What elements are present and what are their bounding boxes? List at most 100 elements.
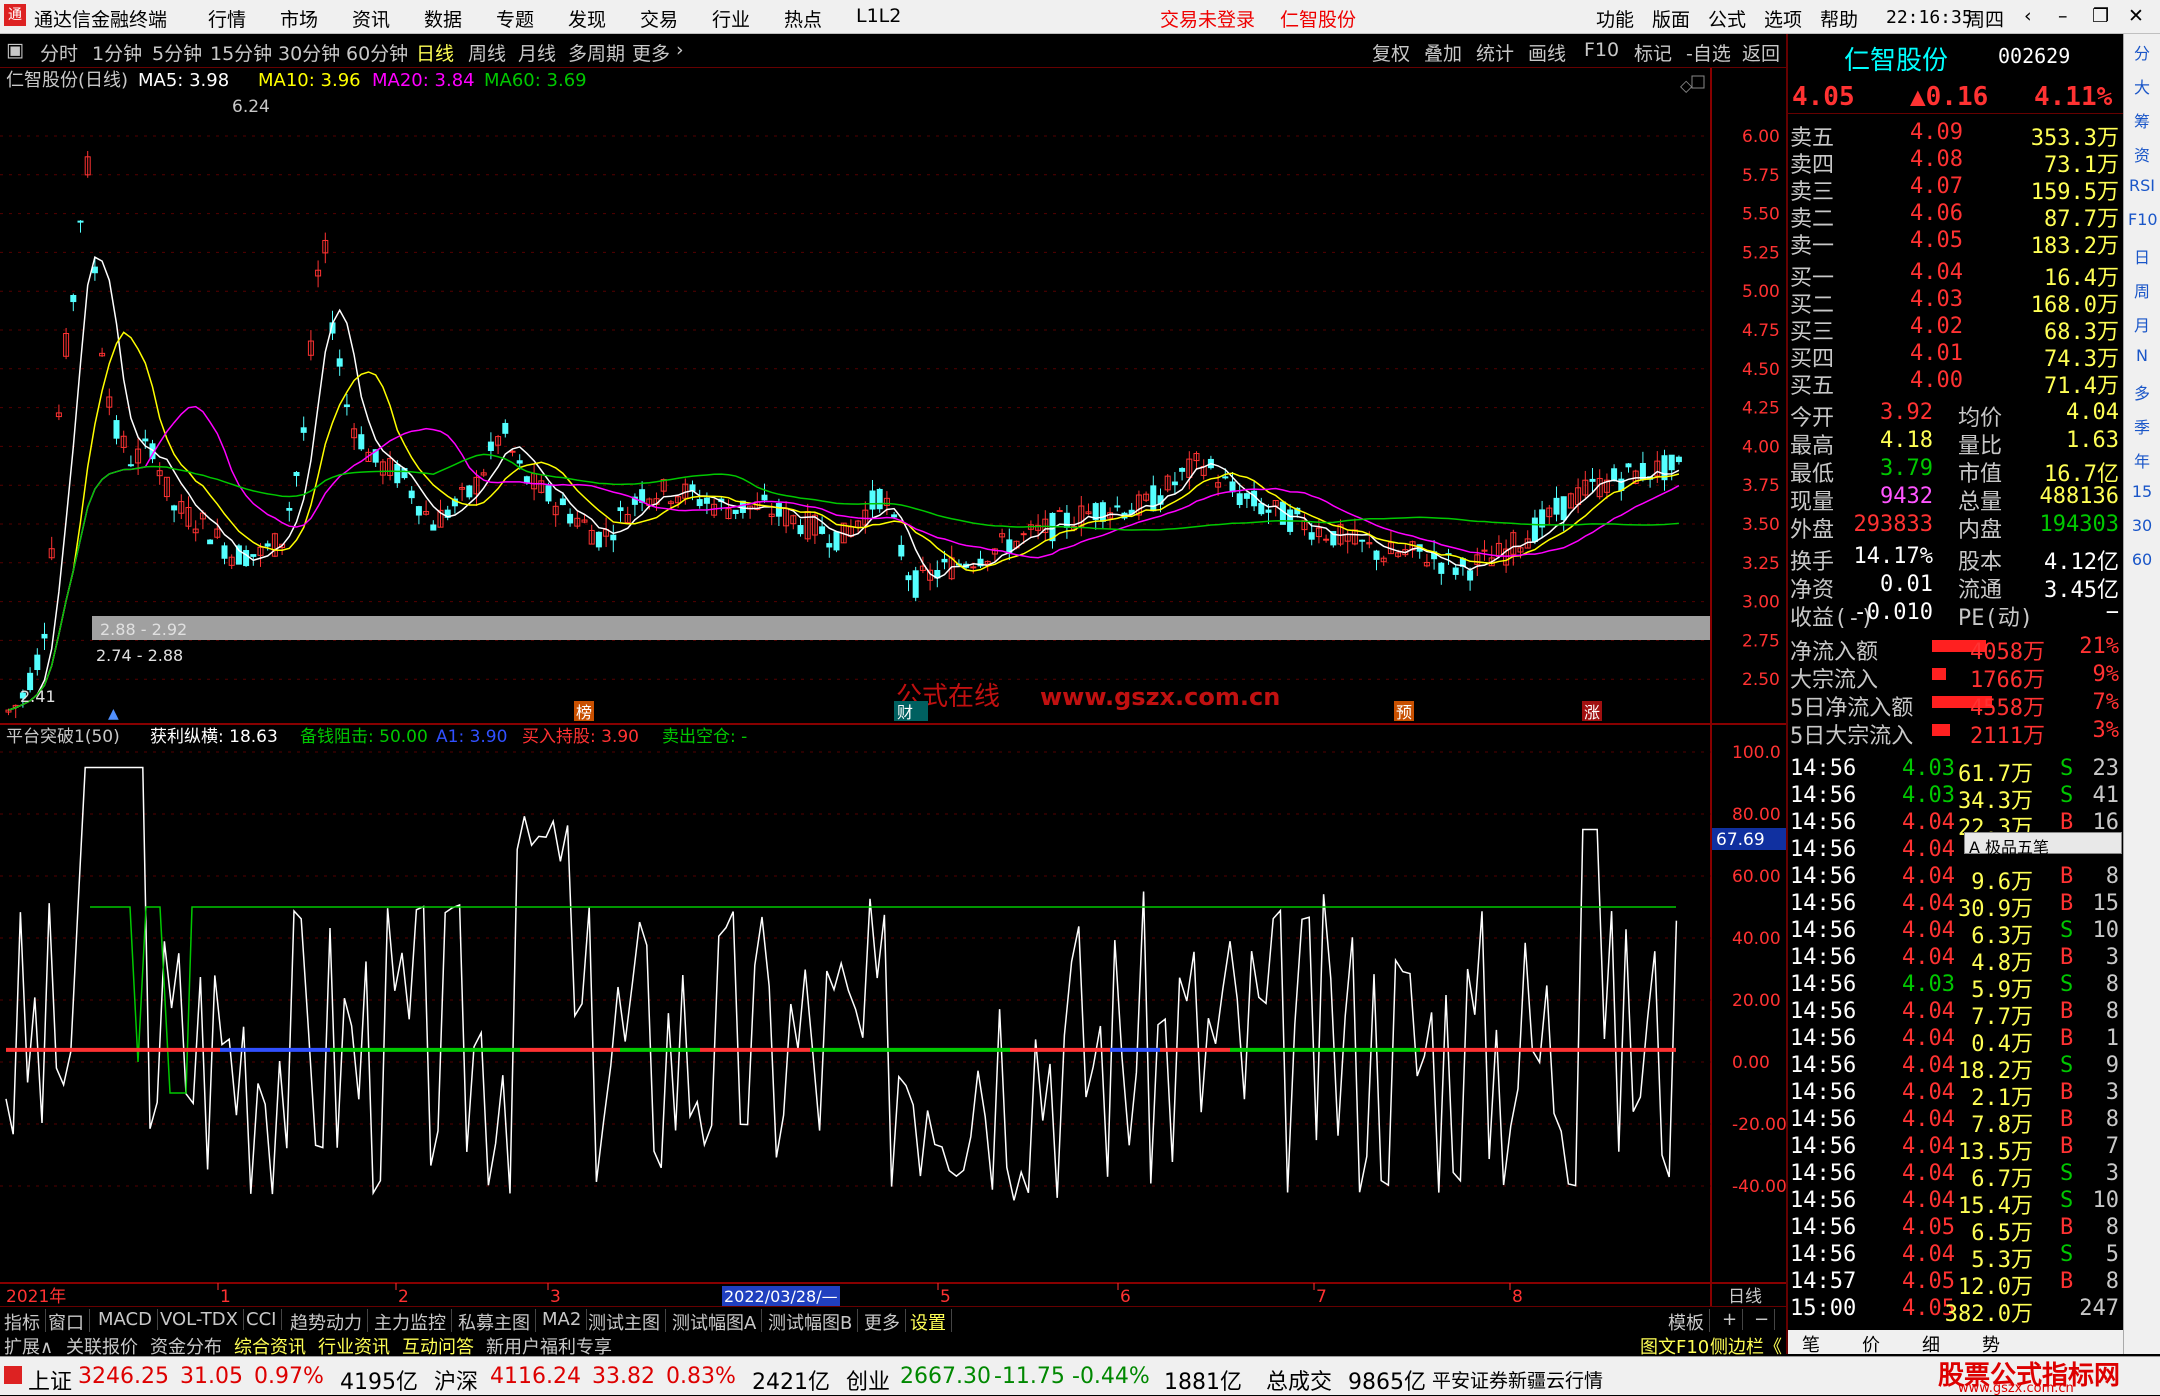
login-status[interactable]: 交易未登录 (1160, 5, 1255, 32)
side-tool-button[interactable]: 30 (2128, 516, 2156, 542)
side-tool-button[interactable]: N (2128, 346, 2156, 372)
side-tool-button[interactable]: 月 (2128, 312, 2156, 338)
side-tool-button[interactable]: F10 (2128, 210, 2158, 236)
period-tab[interactable]: 15分钟 (210, 39, 272, 66)
remove-pane-button[interactable]: − (1754, 1309, 1776, 1330)
tick-row[interactable]: 14:56 4.04 7.8万 B 8 (1788, 1107, 2125, 1138)
side-tool-button[interactable]: 日 (2128, 244, 2156, 270)
quote-tab[interactable]: 价 (1862, 1331, 1880, 1357)
menu-item[interactable]: 发现 (568, 5, 606, 32)
side-tool-button[interactable]: 多 (2128, 380, 2156, 406)
tick-row[interactable]: 14:56 4.04 30.9万 B 15 (1788, 891, 2125, 922)
tick-row[interactable]: 14:56 4.04 18.2万 S 9 (1788, 1053, 2125, 1084)
event-markers[interactable]: 榜 财 预 涨 ▲ (108, 701, 1602, 722)
tick-row[interactable]: 14:56 4.04 6.7万 S 3 (1788, 1161, 2125, 1192)
candle-body (91, 266, 98, 274)
tick-row[interactable]: 14:56 4.04 4.8万 B 3 (1788, 945, 2125, 976)
menu-item[interactable]: L1L2 (856, 5, 901, 27)
tick-row[interactable]: 14:56 4.04 6.3万 S 10 (1788, 918, 2125, 949)
tick-row[interactable]: 14:56 4.03 61.7万 S 23 (1788, 756, 2125, 787)
candle-body (1171, 481, 1178, 486)
menu-item[interactable]: 选项 (1764, 5, 1802, 32)
indicator-tab[interactable]: VOL-TDX (160, 1309, 244, 1330)
side-tool-button[interactable]: 季 (2128, 414, 2156, 440)
side-tool-button[interactable]: RSI (2128, 176, 2156, 202)
chart-tool[interactable]: -自选 (1686, 39, 1731, 66)
tick-row[interactable]: 14:57 4.05 12.0万 B 8 (1788, 1269, 2125, 1300)
side-tool-button[interactable]: 15 (2128, 482, 2156, 508)
chart-tool[interactable]: 画线 (1528, 39, 1566, 66)
kline-chart-area[interactable]: 6.00 5.75 5.50 5.25 5.00 4.75 4.50 4.25 4.00 3.75… (0, 68, 1786, 1306)
chart-tool[interactable]: 复权 (1372, 39, 1410, 66)
indicator-tab[interactable]: MACD (98, 1309, 158, 1330)
chevron-right-icon[interactable]: › (676, 39, 684, 61)
quote-tab[interactable]: 笔 (1802, 1331, 1820, 1357)
menu-item[interactable]: 帮助 (1820, 5, 1858, 32)
menu-item[interactable]: 数据 (424, 5, 462, 32)
tick-row[interactable]: 14:56 4.03 34.3万 S 41 (1788, 783, 2125, 814)
chart-tool[interactable]: 统计 (1476, 39, 1514, 66)
diamond-icon[interactable]: ◇ (1680, 76, 1693, 95)
tick-row[interactable]: 14:56 4.04 7.7万 B 8 (1788, 999, 2125, 1030)
side-tool-button[interactable]: 资 (2128, 142, 2156, 168)
x-month-label: 7 (1316, 1287, 1327, 1306)
period-tab[interactable]: 1分钟 (92, 39, 142, 66)
side-tool-button[interactable]: 筹 (2128, 108, 2156, 134)
back-icon[interactable]: ‹ (2024, 5, 2032, 27)
side-tool-button[interactable]: 年 (2128, 448, 2156, 474)
menu-item[interactable]: 资讯 (352, 5, 390, 32)
tick-row[interactable]: 14:56 4.04 13.5万 B 7 (1788, 1134, 2125, 1165)
menu-item[interactable]: 市场 (280, 5, 318, 32)
menu-item[interactable]: 交易 (640, 5, 678, 32)
restore-icon[interactable]: ❐ (2092, 5, 2109, 27)
chart-tool[interactable]: F10 (1584, 39, 1619, 61)
chart-tool[interactable]: 叠加 (1424, 39, 1462, 66)
quote-tab[interactable]: 势 (1982, 1331, 2000, 1357)
close-icon[interactable]: ✕ (2128, 5, 2144, 27)
index-sh-name[interactable]: 上证 (28, 1364, 72, 1396)
tick-row[interactable]: 14:56 4.03 5.9万 S 8 (1788, 972, 2125, 1003)
period-tab[interactable]: 多周期 (568, 39, 625, 66)
quote-tab[interactable]: 细 (1922, 1331, 1940, 1357)
period-tab[interactable]: 月线 (518, 39, 556, 66)
panel-toggle-icon[interactable]: ▣ (6, 39, 24, 61)
period-tab[interactable]: 分时 (40, 39, 78, 66)
index-cy-name[interactable]: 创业 (846, 1364, 890, 1396)
tick-row[interactable]: 14:56 4.04 2.1万 B 3 (1788, 1080, 2125, 1111)
period-tab[interactable]: 周线 (468, 39, 506, 66)
period-tab-more[interactable]: 更多 (632, 39, 670, 66)
period-tab[interactable]: 60分钟 (346, 39, 408, 66)
minimize-icon[interactable]: – (2058, 5, 2068, 27)
price-tick: 3.50 (1742, 515, 1780, 535)
period-tab-active[interactable]: 日线 (416, 39, 454, 66)
tick-row[interactable]: 14:56 4.05 6.5万 B 8 (1788, 1215, 2125, 1246)
tick-row[interactable]: 15:00 4.05 382.0万 247 (1788, 1296, 2125, 1327)
menu-item[interactable]: 公式 (1708, 5, 1746, 32)
indicator-tab[interactable]: CCI (246, 1309, 283, 1330)
side-tool-button[interactable]: 60 (2128, 550, 2156, 576)
period-tab[interactable]: 30分钟 (278, 39, 340, 66)
tick-row[interactable]: 14:56 4.04 9.6万 B 8 (1788, 864, 2125, 895)
menu-item[interactable]: 专题 (496, 5, 534, 32)
menu-item[interactable]: 行业 (712, 5, 750, 32)
menu-item[interactable]: 热点 (784, 5, 822, 32)
menu-item[interactable]: 功能 (1596, 5, 1634, 32)
period-tab[interactable]: 5分钟 (152, 39, 202, 66)
tick-row[interactable]: 14:56 4.04 5.3万 S 5 (1788, 1242, 2125, 1273)
candle-body (905, 575, 912, 581)
chart-tool[interactable]: 返回 (1742, 39, 1780, 66)
index-sz-name[interactable]: 沪深 (434, 1364, 478, 1396)
window-box-icon[interactable] (1691, 75, 1705, 89)
menu-item[interactable]: 版面 (1652, 5, 1690, 32)
side-tool-button[interactable]: 分 (2128, 40, 2156, 66)
side-tool-button[interactable]: 大 (2128, 74, 2156, 100)
menu-item[interactable]: 行情 (208, 5, 246, 32)
tick-row[interactable]: 14:56 4.04 0.4万 B 1 (1788, 1026, 2125, 1057)
ime-popup[interactable]: A 极品五笔 (1964, 832, 2122, 857)
indicator-tab[interactable]: MA2 (542, 1309, 588, 1330)
side-tool-button[interactable]: 周 (2128, 278, 2156, 304)
main-legend-ma5: MA5: 3.98 (138, 70, 229, 91)
add-pane-button[interactable]: + (1722, 1309, 1744, 1330)
tick-row[interactable]: 14:56 4.04 15.4万 S 10 (1788, 1188, 2125, 1219)
chart-tool[interactable]: 标记 (1634, 39, 1672, 66)
